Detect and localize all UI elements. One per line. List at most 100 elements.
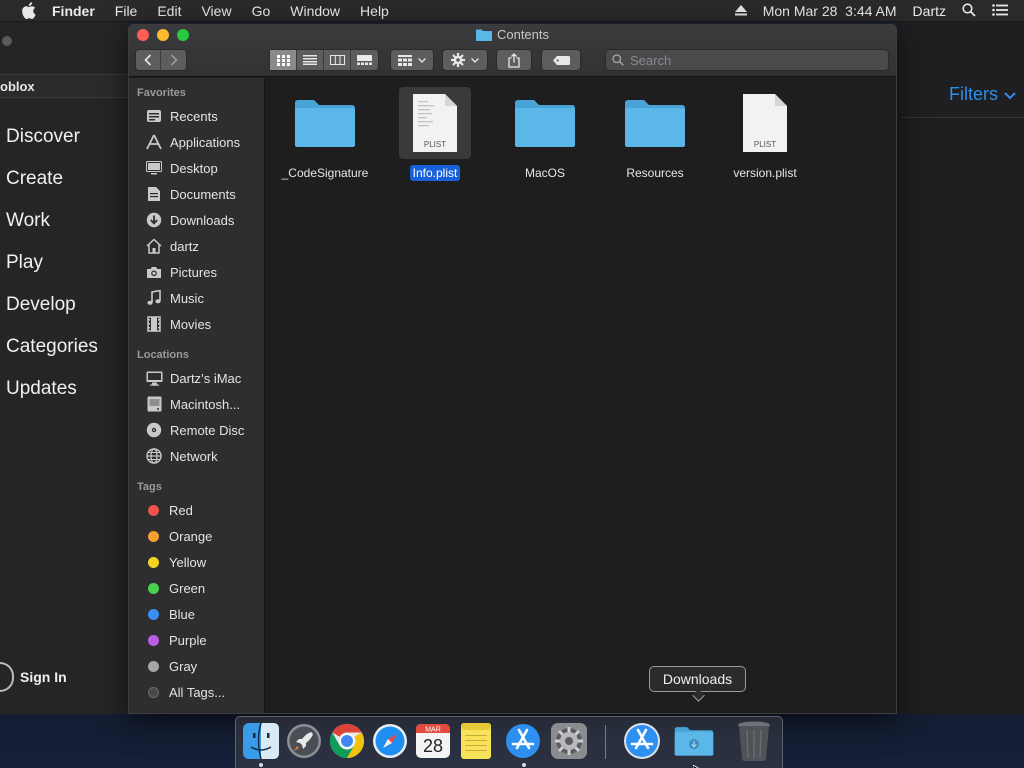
movies-icon bbox=[145, 315, 163, 333]
file-item[interactable]: Resources bbox=[605, 83, 705, 183]
sidebar-tag-orange[interactable]: Orange bbox=[145, 525, 212, 547]
group-icon bbox=[398, 54, 412, 66]
sidebar-item-remote-disc[interactable]: Remote Disc bbox=[145, 419, 244, 441]
sidebar-tag-gray[interactable]: Gray bbox=[145, 655, 197, 677]
file-item[interactable]: MacOS bbox=[495, 83, 595, 183]
file-item[interactable]: PLIST version.plist bbox=[715, 83, 815, 183]
sidebar-item-label: Purple bbox=[169, 632, 207, 648]
sidebar-item-imac[interactable]: Dartz’s iMac bbox=[145, 367, 241, 389]
nav-categories[interactable]: Categories bbox=[6, 336, 98, 378]
mouse-cursor-icon bbox=[692, 760, 701, 768]
downloads-stack-icon[interactable] bbox=[674, 721, 714, 761]
menubar-user[interactable]: Dartz bbox=[913, 3, 946, 19]
list-view-button[interactable] bbox=[297, 50, 324, 70]
file-name: _CodeSignature bbox=[281, 166, 369, 180]
menu-edit[interactable]: Edit bbox=[157, 3, 181, 19]
back-button[interactable] bbox=[136, 50, 162, 70]
nav-updates[interactable]: Updates bbox=[6, 378, 98, 420]
finder-icon[interactable] bbox=[241, 721, 281, 761]
folder-icon bbox=[619, 87, 691, 159]
sidebar-item-network[interactable]: Network bbox=[145, 445, 218, 467]
safari-icon[interactable] bbox=[370, 721, 410, 761]
sidebar-tag-yellow[interactable]: Yellow bbox=[145, 551, 206, 573]
sidebar-item-pictures[interactable]: Pictures bbox=[145, 261, 217, 283]
forward-button[interactable] bbox=[161, 50, 186, 70]
sidebar-tag-purple[interactable]: Purple bbox=[145, 629, 207, 651]
menu-finder[interactable]: Finder bbox=[52, 3, 95, 19]
sidebar-item-label: Orange bbox=[169, 528, 213, 544]
finder-content-area[interactable]: _CodeSignature PLIST Info.plist MacOS Re… bbox=[266, 78, 896, 713]
sidebar-item-dartz[interactable]: dartz bbox=[145, 235, 199, 257]
search-field[interactable] bbox=[605, 49, 889, 71]
sidebar-item-macintosh-hd[interactable]: Macintosh... bbox=[145, 393, 240, 415]
sidebar-item-label: Movies bbox=[170, 316, 212, 332]
sidebar-item-label: Downloads bbox=[170, 212, 235, 228]
sign-in-button[interactable]: Sign In bbox=[0, 662, 67, 692]
icon-view-button[interactable] bbox=[270, 50, 297, 70]
sidebar-item-music[interactable]: Music bbox=[145, 287, 204, 309]
nav-develop[interactable]: Develop bbox=[6, 294, 98, 336]
menu-help[interactable]: Help bbox=[360, 3, 389, 19]
menu-go[interactable]: Go bbox=[252, 3, 271, 19]
app-store-icon[interactable] bbox=[503, 721, 543, 761]
menu-window[interactable]: Window bbox=[290, 3, 340, 19]
launchpad-icon[interactable] bbox=[284, 721, 324, 761]
sidebar-tag-blue[interactable]: Blue bbox=[145, 603, 195, 625]
divider bbox=[901, 117, 1024, 118]
app-store-download-icon[interactable] bbox=[622, 721, 662, 761]
tag-color-dot bbox=[148, 582, 159, 594]
nav-create[interactable]: Create bbox=[6, 168, 98, 210]
sidebar-item-applications[interactable]: Applications bbox=[145, 131, 240, 153]
sidebar-item-movies[interactable]: Movies bbox=[145, 313, 211, 335]
nav-work[interactable]: Work bbox=[6, 210, 98, 252]
chrome-icon[interactable] bbox=[327, 721, 367, 761]
calendar-month: MAR bbox=[425, 727, 441, 734]
running-indicator bbox=[522, 763, 526, 767]
trash-icon[interactable] bbox=[734, 721, 774, 761]
sidebar-item-label: Documents bbox=[170, 186, 236, 202]
documents-icon bbox=[145, 185, 163, 203]
calendar-icon[interactable]: MAR 28 bbox=[413, 721, 453, 761]
file-item-selected[interactable]: PLIST Info.plist bbox=[385, 83, 485, 183]
tag-color-dot bbox=[148, 660, 159, 672]
menu-view[interactable]: View bbox=[201, 3, 231, 19]
system-preferences-icon[interactable] bbox=[549, 721, 589, 761]
nav-discover[interactable]: Discover bbox=[6, 126, 98, 168]
eject-icon[interactable] bbox=[734, 3, 747, 19]
sidebar-item-downloads[interactable]: Downloads bbox=[145, 209, 234, 231]
spotlight-icon[interactable] bbox=[962, 2, 976, 20]
dock-tooltip: Downloads bbox=[649, 666, 746, 692]
notes-icon[interactable] bbox=[456, 721, 496, 761]
sidebar-tag-all[interactable]: All Tags... bbox=[145, 681, 225, 703]
avatar-icon bbox=[0, 662, 14, 692]
file-item[interactable]: _CodeSignature bbox=[275, 83, 375, 183]
tag-color-dot bbox=[148, 504, 159, 516]
sidebar-item-desktop[interactable]: Desktop bbox=[145, 157, 218, 179]
menubar-clock[interactable]: Mon Mar 28 3:44 AM bbox=[763, 3, 897, 19]
menu-file[interactable]: File bbox=[115, 3, 138, 19]
action-button[interactable] bbox=[442, 49, 488, 71]
apple-menu-icon[interactable] bbox=[18, 0, 38, 22]
sidebar-tag-green[interactable]: Green bbox=[145, 577, 205, 599]
group-by-button[interactable] bbox=[390, 49, 434, 71]
plist-file-icon: PLIST bbox=[399, 87, 471, 159]
menu-bar: Finder File Edit View Go Window Help Mon… bbox=[0, 0, 1024, 22]
nav-play[interactable]: Play bbox=[6, 252, 98, 294]
tag-color-dot bbox=[148, 608, 159, 620]
gallery-view-button[interactable] bbox=[351, 50, 378, 70]
sidebar-tag-red[interactable]: Red bbox=[145, 499, 193, 521]
filters-button[interactable]: Filters bbox=[949, 84, 1016, 105]
sidebar-item-label: Applications bbox=[170, 134, 241, 150]
chevron-down-icon bbox=[471, 57, 479, 63]
running-indicator bbox=[259, 763, 263, 767]
share-icon bbox=[508, 52, 520, 68]
share-button[interactable] bbox=[496, 49, 532, 71]
window-control-dot[interactable] bbox=[2, 36, 12, 46]
sidebar-item-label: Yellow bbox=[169, 554, 207, 570]
search-input[interactable] bbox=[630, 52, 880, 68]
sidebar-item-documents[interactable]: Documents bbox=[145, 183, 236, 205]
column-view-button[interactable] bbox=[324, 50, 351, 70]
sidebar-item-recents[interactable]: Recents bbox=[145, 105, 218, 127]
notification-center-icon[interactable] bbox=[992, 3, 1008, 19]
edit-tags-button[interactable] bbox=[541, 49, 581, 71]
